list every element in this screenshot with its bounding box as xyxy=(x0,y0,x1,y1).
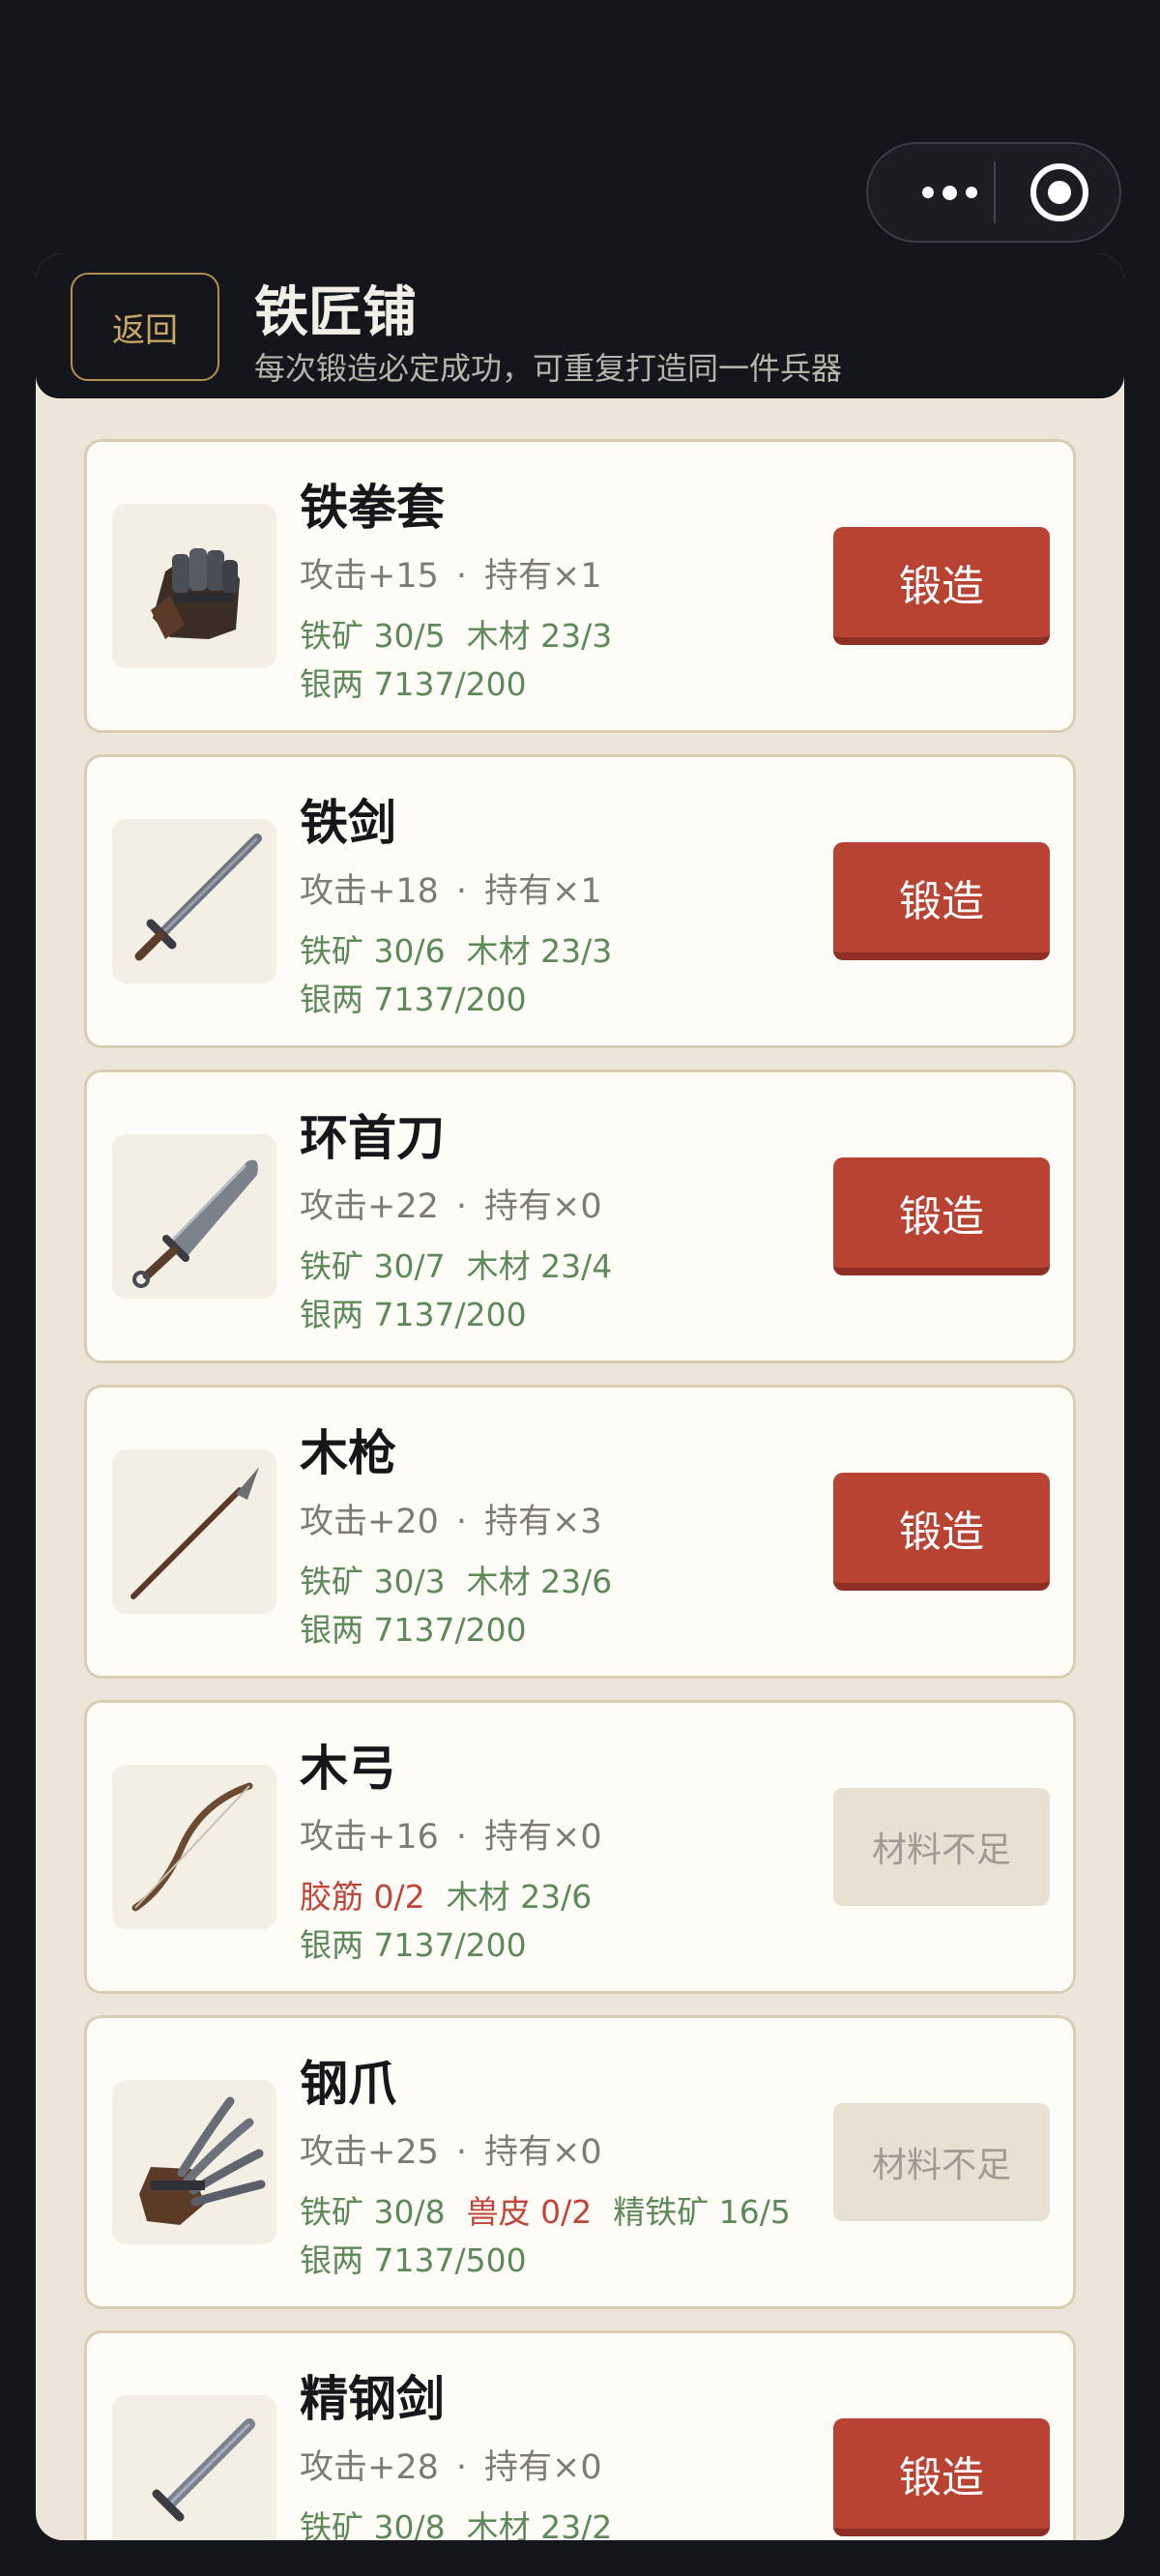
iron-gauntlet-icon xyxy=(112,504,276,668)
recipe-card: 木枪 攻击+20 · 持有×3 铁矿 30/3 木材 23/6 银两 7137/200… xyxy=(84,1385,1076,1679)
owned-count: 持有×1 xyxy=(484,872,602,911)
owned-count: 持有×1 xyxy=(484,557,602,596)
material-requirement: 铁矿 30/8 xyxy=(300,2508,446,2540)
material-list: 铁矿 30/5 木材 23/3 xyxy=(300,610,633,657)
forge-button[interactable]: 锻造 xyxy=(833,527,1050,645)
recipe-card: 环首刀 攻击+22 · 持有×0 铁矿 30/7 木材 23/4 银两 7137/20… xyxy=(84,1069,1076,1363)
item-name: 铁剑 xyxy=(300,795,396,851)
recipe-card: 钢爪 攻击+25 · 持有×0 铁矿 30/8 兽皮 0/2 精铁矿 16/5 银两 7… xyxy=(84,2015,1076,2309)
wooden-spear-icon xyxy=(112,1449,276,1614)
item-name: 木弓 xyxy=(300,1741,396,1797)
item-stats: 攻击+22 · 持有×0 xyxy=(300,1179,602,1228)
item-stats: 攻击+15 · 持有×1 xyxy=(300,548,602,598)
material-requirement: 木材 23/6 xyxy=(446,1878,593,1916)
material-list: 铁矿 30/7 木材 23/4 xyxy=(300,1241,633,1287)
owned-count: 持有×0 xyxy=(484,1187,602,1226)
material-requirement: 铁矿 30/7 xyxy=(300,1247,446,1285)
recipe-card: 铁拳套 攻击+15 · 持有×1 铁矿 30/5 木材 23/3 银两 7137/20… xyxy=(84,439,1076,733)
owned-count: 持有×0 xyxy=(484,2448,602,2487)
separator-dot: · xyxy=(455,2448,468,2487)
silver-requirement: 银两 7137/200 xyxy=(300,1611,527,1649)
silver-requirement: 银两 7137/200 xyxy=(300,665,527,703)
forge-button[interactable]: 锻造 xyxy=(833,2418,1050,2536)
material-requirement: 木材 23/2 xyxy=(466,2508,613,2540)
owned-count: 持有×0 xyxy=(484,2133,602,2172)
item-stats: 攻击+18 · 持有×1 xyxy=(300,864,602,913)
attack-value: 攻击+25 xyxy=(300,2133,439,2172)
silver-requirement: 银两 7137/200 xyxy=(300,1296,527,1333)
iron-sword-icon xyxy=(112,819,276,983)
item-name: 木枪 xyxy=(300,1425,396,1481)
insufficient-materials-button[interactable]: 材料不足 xyxy=(833,1788,1050,1906)
item-stats: 攻击+20 · 持有×3 xyxy=(300,1494,602,1543)
recipe-card: 木弓 攻击+16 · 持有×0 胶筋 0/2 木材 23/6 银两 7137/200 … xyxy=(84,1700,1076,1994)
separator-dot: · xyxy=(455,2133,468,2172)
material-requirement: 木材 23/6 xyxy=(466,1563,613,1600)
owned-count: 持有×3 xyxy=(484,1503,602,1541)
page-title: 铁匠铺 xyxy=(254,281,417,344)
capsule-menu xyxy=(866,142,1121,243)
attack-value: 攻击+28 xyxy=(300,2448,439,2487)
recipe-card: 铁剑 攻击+18 · 持有×1 铁矿 30/6 木材 23/3 银两 7137/200… xyxy=(84,754,1076,1048)
item-name: 铁拳套 xyxy=(300,480,445,536)
separator-dot: · xyxy=(455,1503,468,1541)
material-list: 铁矿 30/6 木材 23/3 xyxy=(300,925,633,972)
owned-count: 持有×0 xyxy=(484,1818,602,1857)
target-circle-icon[interactable] xyxy=(1030,163,1088,221)
material-requirement: 铁矿 30/6 xyxy=(300,932,446,970)
silver-requirement: 银两 7137/200 xyxy=(300,981,527,1018)
material-requirement: 铁矿 30/3 xyxy=(300,1563,446,1600)
item-stats: 攻击+25 · 持有×0 xyxy=(300,2124,602,2174)
silver-requirement: 银两 7137/200 xyxy=(300,1926,527,1964)
material-requirement: 铁矿 30/8 xyxy=(300,2193,446,2231)
blacksmith-panel: 返回 铁匠铺 每次锻造必定成功，可重复打造同一件兵器 铁拳套 攻击+15 · 持有×… xyxy=(36,253,1124,2540)
item-stats: 攻击+16 · 持有×0 xyxy=(300,1809,602,1859)
attack-value: 攻击+15 xyxy=(300,557,439,596)
back-button[interactable]: 返回 xyxy=(71,273,219,381)
attack-value: 攻击+16 xyxy=(300,1818,439,1857)
ring-pommel-saber-icon xyxy=(112,1134,276,1299)
more-dots-icon[interactable] xyxy=(901,144,998,241)
separator-dot: · xyxy=(455,1187,468,1226)
material-requirement: 铁矿 30/5 xyxy=(300,617,446,655)
material-requirement: 木材 23/4 xyxy=(466,1247,613,1285)
material-list: 铁矿 30/3 木材 23/6 xyxy=(300,1556,633,1602)
panel-header: 返回 铁匠铺 每次锻造必定成功，可重复打造同一件兵器 xyxy=(36,253,1124,398)
insufficient-materials-button[interactable]: 材料不足 xyxy=(833,2103,1050,2221)
material-requirement: 兽皮 0/2 xyxy=(466,2193,593,2231)
item-name: 精钢剑 xyxy=(300,2371,445,2427)
attack-value: 攻击+22 xyxy=(300,1187,439,1226)
separator-dot: · xyxy=(455,1818,468,1857)
item-name: 环首刀 xyxy=(300,1110,445,1166)
forge-button[interactable]: 锻造 xyxy=(833,842,1050,960)
steel-claw-icon xyxy=(112,2080,276,2244)
material-list: 铁矿 30/8 兽皮 0/2 精铁矿 16/5 xyxy=(300,2186,812,2233)
attack-value: 攻击+20 xyxy=(300,1503,439,1541)
material-list: 胶筋 0/2 木材 23/6 xyxy=(300,1871,613,1917)
separator-dot: · xyxy=(455,872,468,911)
wooden-bow-icon xyxy=(112,1765,276,1929)
material-list: 铁矿 30/8 木材 23/2 xyxy=(300,2502,633,2540)
material-requirement: 木材 23/3 xyxy=(466,617,613,655)
item-name: 钢爪 xyxy=(300,2056,396,2112)
forge-button[interactable]: 锻造 xyxy=(833,1157,1050,1275)
refined-steel-sword-icon xyxy=(112,2395,276,2540)
material-requirement: 胶筋 0/2 xyxy=(300,1878,425,1916)
page-subtitle: 每次锻造必定成功，可重复打造同一件兵器 xyxy=(254,350,843,387)
item-stats: 攻击+28 · 持有×0 xyxy=(300,2440,602,2489)
material-requirement: 精铁矿 16/5 xyxy=(613,2193,791,2231)
separator-dot: · xyxy=(455,557,468,596)
forge-button[interactable]: 锻造 xyxy=(833,1473,1050,1591)
recipe-card: 精钢剑 攻击+28 · 持有×0 铁矿 30/8 木材 23/2 锻造 xyxy=(84,2330,1076,2540)
attack-value: 攻击+18 xyxy=(300,872,439,911)
silver-requirement: 银两 7137/500 xyxy=(300,2241,527,2279)
capsule-divider xyxy=(994,161,996,223)
material-requirement: 木材 23/3 xyxy=(466,932,613,970)
